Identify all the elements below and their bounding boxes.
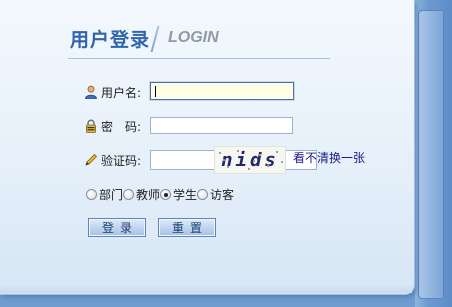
radio-button[interactable] bbox=[197, 189, 209, 200]
captcha-refresh-link[interactable]: 看不清换一张 bbox=[293, 149, 365, 166]
login-panel: 用户登录 LOGIN 用户名: 密 码: 验证码: nids 看不清换一张 部门… bbox=[0, 0, 415, 295]
password-row: 密 码: bbox=[84, 116, 141, 136]
role-label-student: 学生 bbox=[173, 188, 198, 202]
reset-button[interactable]: 重置 bbox=[158, 218, 216, 237]
radio-button[interactable] bbox=[86, 189, 97, 200]
role-option-visitor[interactable]: 访客 bbox=[197, 186, 234, 203]
role-option-student[interactable]: 学生 bbox=[160, 186, 197, 203]
captcha-row: 验证码: bbox=[84, 150, 141, 170]
role-option-department[interactable]: 部门 bbox=[86, 186, 123, 203]
username-input[interactable] bbox=[150, 82, 294, 100]
captcha-label: 验证码: bbox=[101, 153, 142, 168]
role-label-teacher: 教师 bbox=[136, 188, 161, 202]
username-label: 用户名: bbox=[101, 85, 142, 100]
radio-button[interactable] bbox=[123, 189, 135, 200]
role-label-visitor: 访客 bbox=[210, 188, 235, 202]
lock-icon bbox=[84, 119, 98, 133]
pencil-icon bbox=[84, 153, 98, 167]
password-label: 密 码: bbox=[101, 119, 142, 134]
page-subtitle: LOGIN bbox=[168, 29, 219, 46]
page-title: 用户登录 bbox=[70, 29, 151, 51]
radio-button-checked[interactable] bbox=[160, 189, 172, 200]
role-radio-group: 部门 教师 学生 访客 bbox=[86, 186, 234, 203]
password-input[interactable] bbox=[150, 117, 293, 134]
side-tab bbox=[418, 10, 444, 299]
panel-footer bbox=[0, 283, 412, 293]
title-divider bbox=[150, 26, 160, 52]
text-caret bbox=[155, 86, 156, 97]
role-label-department: 部门 bbox=[99, 188, 124, 202]
captcha-image[interactable]: nids bbox=[214, 146, 286, 174]
role-option-teacher[interactable]: 教师 bbox=[123, 186, 160, 203]
user-icon bbox=[84, 85, 98, 99]
title-underline bbox=[68, 58, 330, 59]
login-button[interactable]: 登录 bbox=[88, 218, 146, 237]
username-row: 用户名: bbox=[84, 82, 141, 102]
